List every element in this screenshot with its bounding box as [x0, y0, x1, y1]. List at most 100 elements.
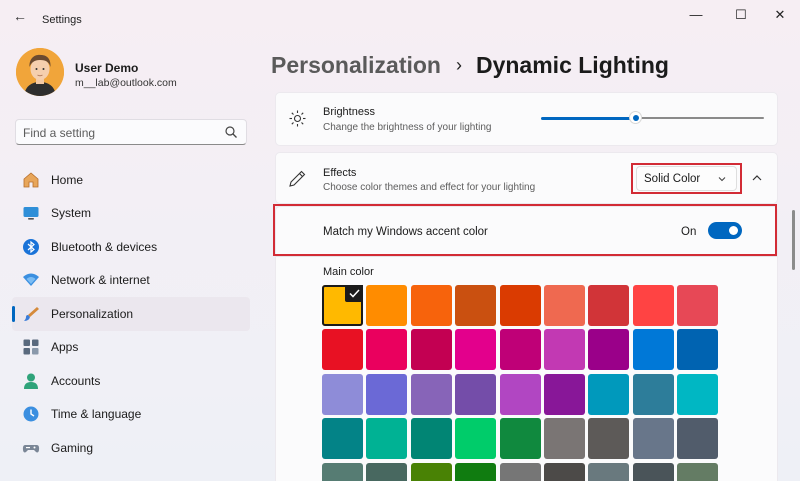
- sidebar-item-label: Network & internet: [51, 273, 150, 288]
- sidebar-item-time-language[interactable]: Time & language: [12, 398, 250, 432]
- sidebar-item-apps[interactable]: Apps: [12, 331, 250, 365]
- color-swatch[interactable]: [410, 462, 452, 481]
- color-swatch[interactable]: [322, 373, 363, 415]
- network-icon: [22, 271, 40, 289]
- color-swatch[interactable]: [366, 462, 408, 481]
- color-swatch[interactable]: [588, 373, 630, 415]
- sidebar-item-label: Bluetooth & devices: [51, 239, 158, 254]
- sidebar-item-accounts[interactable]: Accounts: [12, 364, 250, 398]
- color-swatch[interactable]: [455, 418, 497, 460]
- user-name: User Demo: [75, 61, 139, 75]
- color-swatch[interactable]: [544, 462, 585, 481]
- search-box[interactable]: [15, 119, 247, 145]
- brightness-description: Change the brightness of your lighting: [323, 122, 492, 133]
- color-swatch[interactable]: [322, 329, 363, 371]
- main-color-label: Main color: [323, 266, 374, 278]
- search-input[interactable]: [23, 124, 213, 141]
- color-swatch[interactable]: [410, 418, 452, 460]
- color-swatch[interactable]: [366, 329, 408, 371]
- back-button[interactable]: ←: [10, 8, 30, 24]
- scrollbar[interactable]: [792, 210, 795, 270]
- title-bar: ← Settings — ☐ ✕: [0, 0, 800, 30]
- color-swatch[interactable]: [366, 373, 408, 415]
- sidebar-item-personalization[interactable]: Personalization: [12, 297, 250, 331]
- color-swatch[interactable]: [499, 285, 541, 326]
- sidebar-item-label: Accounts: [51, 373, 101, 388]
- brightness-slider-fill[interactable]: [541, 116, 636, 120]
- color-swatch[interactable]: [322, 462, 363, 481]
- sidebar-item-network[interactable]: Network & internet: [12, 264, 250, 298]
- color-swatch[interactable]: [410, 329, 452, 371]
- app-title: Settings: [42, 14, 82, 26]
- color-swatch[interactable]: [677, 418, 719, 460]
- color-swatch[interactable]: [410, 373, 452, 415]
- maximize-button[interactable]: ☐: [721, 4, 761, 26]
- color-swatch[interactable]: [588, 418, 630, 460]
- color-swatch[interactable]: [410, 285, 452, 326]
- color-swatch[interactable]: [632, 462, 674, 481]
- breadcrumb-separator: ›: [455, 54, 462, 75]
- color-swatch-grid: [322, 285, 722, 481]
- pen-icon: [289, 170, 306, 187]
- color-swatch[interactable]: [588, 462, 630, 481]
- breadcrumb-parent[interactable]: Personalization: [271, 52, 441, 79]
- dropdown-highlight-box: [631, 163, 742, 194]
- color-swatch[interactable]: [588, 285, 630, 326]
- color-swatch[interactable]: [499, 462, 541, 481]
- sidebar-item-home[interactable]: Home: [12, 163, 250, 197]
- color-swatch[interactable]: [588, 329, 630, 371]
- color-swatch[interactable]: [632, 373, 674, 415]
- sidebar-item-bluetooth[interactable]: Bluetooth & devices: [12, 230, 250, 264]
- search-icon[interactable]: [224, 125, 238, 139]
- sidebar-item-label: Personalization: [51, 306, 134, 321]
- effects-description: Choose color themes and effect for your …: [323, 182, 536, 193]
- color-swatch[interactable]: [499, 329, 541, 371]
- brightness-title: Brightness: [323, 106, 375, 118]
- system-icon: [22, 204, 40, 222]
- color-swatch[interactable]: [322, 285, 363, 326]
- color-swatch[interactable]: [632, 285, 674, 326]
- color-swatch[interactable]: [632, 418, 674, 460]
- color-swatch[interactable]: [455, 462, 497, 481]
- sidebar-item-label: Gaming: [51, 440, 94, 455]
- apps-icon: [22, 338, 40, 356]
- color-swatch[interactable]: [677, 329, 719, 371]
- brightness-slider-track[interactable]: [641, 117, 764, 119]
- color-swatch[interactable]: [322, 418, 363, 460]
- sidebar-item-gaming[interactable]: Gaming: [12, 431, 250, 465]
- sidebar-item-label: Apps: [51, 340, 79, 355]
- avatar-illustration-icon: [16, 48, 64, 96]
- sidebar-item-system[interactable]: System: [12, 197, 250, 231]
- accent-highlight-box: [273, 204, 777, 256]
- avatar[interactable]: [16, 48, 64, 96]
- divider: [276, 256, 777, 257]
- sidebar-item-label: Time & language: [51, 407, 142, 422]
- color-swatch[interactable]: [544, 285, 585, 326]
- color-swatch[interactable]: [499, 418, 541, 460]
- color-swatch[interactable]: [366, 418, 408, 460]
- sidebar-item-label: Home: [51, 172, 84, 187]
- color-swatch[interactable]: [499, 373, 541, 415]
- gaming-icon: [22, 439, 40, 457]
- brightness-slider-thumb[interactable]: [629, 111, 642, 124]
- close-button[interactable]: ✕: [760, 4, 800, 26]
- accounts-icon: [22, 372, 40, 390]
- color-swatch[interactable]: [455, 285, 497, 326]
- home-icon: [22, 171, 40, 189]
- breadcrumb: Personalization › Dynamic Lighting: [271, 48, 669, 82]
- color-swatch[interactable]: [544, 373, 585, 415]
- color-swatch[interactable]: [544, 329, 585, 371]
- brush-icon: [22, 305, 40, 323]
- color-swatch[interactable]: [544, 418, 585, 460]
- color-swatch[interactable]: [632, 329, 674, 371]
- chevron-up-icon[interactable]: [750, 172, 764, 184]
- color-swatch[interactable]: [455, 329, 497, 371]
- color-swatch[interactable]: [677, 462, 719, 481]
- brightness-icon: [289, 110, 306, 127]
- color-swatch[interactable]: [366, 285, 408, 326]
- bluetooth-icon: [22, 238, 40, 256]
- color-swatch[interactable]: [677, 285, 719, 326]
- minimize-button[interactable]: —: [676, 4, 716, 26]
- color-swatch[interactable]: [677, 373, 719, 415]
- color-swatch[interactable]: [455, 373, 497, 415]
